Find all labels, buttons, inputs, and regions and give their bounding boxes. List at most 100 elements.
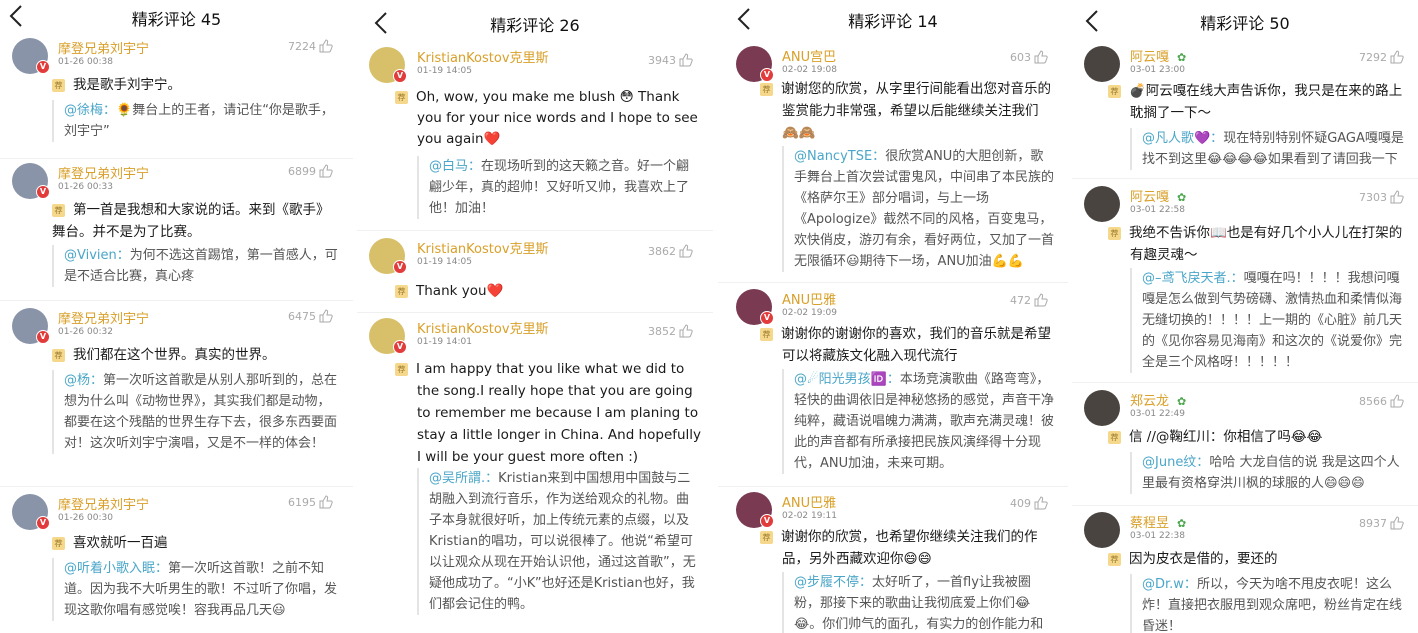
timestamp: 03-01 22:38: [1130, 531, 1185, 541]
like-button[interactable]: 7224: [288, 39, 333, 53]
username[interactable]: 阿云嘎 ✿: [1130, 46, 1186, 65]
comment-item: V KristianKostov克里斯 01-19 14:05 3862 荐 Th…: [357, 238, 713, 308]
quoted-reply[interactable]: @步履不停：太好听了，一首fly让我被圈粉，那接下来的歌曲让我彻底爱上你们😂😂。…: [782, 572, 1054, 633]
hot-tag-icon: 荐: [52, 537, 65, 550]
quoted-reply[interactable]: @凡人歌💜：现在特别特别怀疑GAGA嘎嘎是找不到这里😂😂😂😂如果看到了请回我一下: [1130, 128, 1410, 170]
comment-item: V 摩登兄弟刘宇宁 01-26 00:32 6475 荐我们都在这个世界。真实的…: [0, 308, 353, 488]
hot-tag-icon: 荐: [760, 83, 773, 96]
like-button[interactable]: 8937: [1359, 516, 1404, 530]
comment-text: 荐谢谢您的欣赏，从字里行间能看出您对音乐的鉴赏能力非常强，希望以后能继续关注我们…: [760, 78, 1054, 144]
like-button[interactable]: 6899: [288, 164, 333, 178]
reply-username[interactable]: @Vivien：: [64, 248, 130, 263]
quoted-reply[interactable]: @吴所謂.：Kristian来到中国想用中国鼓与二胡融入到流行音乐，作为送给观众…: [417, 468, 701, 615]
username[interactable]: 郑云龙 ✿: [1130, 390, 1186, 409]
nav-header: 精彩评论 14: [718, 0, 1068, 38]
username[interactable]: ANU宫巴: [782, 46, 836, 65]
avatar[interactable]: [1084, 390, 1120, 426]
like-button[interactable]: 7303: [1359, 190, 1404, 204]
like-button[interactable]: 472: [1010, 293, 1048, 307]
comment-text: 荐 Thank you❤️: [395, 280, 701, 302]
hot-tag-icon: 荐: [395, 363, 408, 376]
like-button[interactable]: 7292: [1359, 50, 1404, 64]
timestamp: 02-02 19:11: [782, 511, 837, 521]
timestamp: 01-19 14:01: [417, 337, 472, 347]
timestamp: 01-19 14:05: [417, 66, 472, 76]
like-count: 603: [1010, 50, 1031, 64]
timestamp: 03-01 23:00: [1130, 65, 1185, 75]
vip-badge-icon: ✿: [1177, 395, 1187, 408]
divider: [718, 486, 1068, 487]
username[interactable]: 摩登兄弟刘宇宁: [58, 38, 149, 57]
like-count: 7303: [1359, 190, 1387, 204]
timestamp: 01-26 00:32: [58, 327, 113, 337]
timestamp: 02-02 19:08: [782, 65, 837, 75]
like-button[interactable]: 8566: [1359, 394, 1404, 408]
username[interactable]: 阿云嘎 ✿: [1130, 186, 1186, 205]
verified-v-icon: V: [36, 330, 50, 344]
comment-item: 蔡程昱 ✿ 03-01 22:38 8937 荐因为皮衣是借的，要还的 @Dr.w…: [1072, 512, 1418, 633]
comment-text: 荐因为皮衣是借的，要还的: [1108, 548, 1410, 570]
like-button[interactable]: 3852: [648, 324, 693, 338]
thumbs-up-icon: [1034, 50, 1048, 64]
username[interactable]: KristianKostov克里斯: [417, 238, 549, 257]
reply-username[interactable]: @步履不停：: [794, 575, 872, 590]
reply-username[interactable]: @凡人歌💜：: [1142, 131, 1223, 146]
username[interactable]: 蔡程昱 ✿: [1130, 512, 1186, 531]
like-button[interactable]: 3943: [648, 53, 693, 67]
quoted-reply[interactable]: @Dr.w：所以，今天为啥不甩皮衣呢！这么炸！直接把衣服甩到观众席吧，粉丝肯定在…: [1130, 574, 1410, 633]
reply-username[interactable]: @吴所謂.：: [429, 471, 498, 486]
like-button[interactable]: 3862: [648, 244, 693, 258]
comment-text: 荐谢谢你的欣赏，也希望你继续关注我们的作品，另外西藏欢迎你😄😄: [760, 526, 1054, 570]
quoted-reply[interactable]: @☄阳光男孩🆔：本场竞演歌曲《路弯弯》，轻快的曲调依旧是神秘悠扬的感觉，声音干净…: [782, 369, 1054, 474]
avatar[interactable]: [1084, 46, 1120, 82]
comment-item: 郑云龙 ✿ 03-01 22:49 8566 荐信 //@鞠红川：你相信了吗😂😂 …: [1072, 390, 1418, 504]
comment-item: V ANU巴雅 02-02 19:11 409 荐谢谢你的欣赏，也希望你继续关注…: [718, 492, 1068, 633]
hot-tag-icon: 荐: [1108, 553, 1121, 566]
like-count: 7292: [1359, 50, 1387, 64]
like-count: 472: [1010, 293, 1031, 307]
avatar[interactable]: [1084, 186, 1120, 222]
reply-username[interactable]: @–鸢飞戾天者.：: [1142, 271, 1244, 286]
vip-badge-icon: ✿: [1177, 517, 1187, 530]
verified-v-icon: V: [36, 60, 50, 74]
quoted-reply[interactable]: @听着小歌入眠：第一次听这首歌！之前不知道。因为我不大听男生的歌！不过听了你唱，…: [52, 558, 341, 621]
comments-panel-2: 精彩评论 26 V KristianKostov克里斯 01-19 14:05 …: [357, 0, 713, 633]
quoted-reply[interactable]: @徐梅：🌻舞台上的王者，请记住“你是歌手，刘宇宁”: [52, 100, 341, 142]
like-button[interactable]: 603: [1010, 50, 1048, 64]
timestamp: 02-02 19:09: [782, 308, 837, 318]
comment-text: 荐 💣阿云嘎在线大声告诉你，我只是在来的路上耽搁了一下～: [1108, 80, 1410, 124]
username[interactable]: 摩登兄弟刘宇宁: [58, 494, 149, 513]
comment-text: 荐喜欢就听一百遍: [52, 532, 341, 554]
reply-username[interactable]: @白马：: [429, 159, 481, 174]
like-button[interactable]: 409: [1010, 496, 1048, 510]
avatar[interactable]: [1084, 512, 1120, 548]
username[interactable]: 摩登兄弟刘宇宁: [58, 308, 149, 327]
thumbs-up-icon: [679, 53, 693, 67]
username[interactable]: ANU巴雅: [782, 492, 836, 511]
quoted-reply[interactable]: @杨：第一次听这首歌是从别人那听到的，总在想为什么叫《动物世界》，其实我们都是动…: [52, 370, 341, 454]
like-button[interactable]: 6195: [288, 495, 333, 509]
reply-username[interactable]: @听着小歌入眠：: [64, 561, 168, 576]
quoted-reply[interactable]: @June纹：哈哈 大龙自信的说 我是这四个人里最有资格穿洪川枫的球服的人😄😄😄: [1130, 452, 1410, 494]
username[interactable]: KristianKostov克里斯: [417, 318, 549, 337]
username[interactable]: KristianKostov克里斯: [417, 47, 549, 66]
reply-username[interactable]: @Dr.w：: [1142, 577, 1197, 592]
reply-text: 第一次听这首歌是从别人那听到的，总在想为什么叫《动物世界》，其实我们都是动物，都…: [64, 373, 338, 451]
quoted-reply[interactable]: @NancyTSE：很欣赏ANU的大胆创新，歌手舞台上首次尝试雷鬼风，中间串了本…: [782, 146, 1054, 272]
username[interactable]: 摩登兄弟刘宇宁: [58, 163, 149, 182]
reply-username[interactable]: @NancyTSE：: [794, 149, 885, 164]
thumbs-up-icon: [319, 495, 333, 509]
reply-username[interactable]: @June纹：: [1142, 455, 1209, 470]
like-button[interactable]: 6475: [288, 309, 333, 323]
reply-username[interactable]: @☄阳光男孩🆔：: [794, 372, 900, 387]
username[interactable]: ANU巴雅: [782, 289, 836, 308]
like-count: 6195: [288, 495, 316, 509]
thumbs-up-icon: [1034, 496, 1048, 510]
nav-header: 精彩评论 26: [357, 0, 713, 44]
reply-username[interactable]: @杨：: [64, 373, 103, 388]
quoted-reply[interactable]: @Vivien：为何不选这首踢馆，第一首感人，可是不适合比赛，真心疼: [52, 245, 341, 287]
reply-username[interactable]: @徐梅：: [64, 103, 116, 118]
timestamp: 03-01 22:58: [1130, 205, 1185, 215]
quoted-reply[interactable]: @白马：在现场听到的这天籁之音。好一个翩翩少年，真的超帅！又好听又帅，我喜欢上了…: [417, 156, 701, 219]
quoted-reply[interactable]: @–鸢飞戾天者.：嘎嘎在吗！！！！我想问嘎嘎是怎么做到气势磅礴、激情热血和柔情似…: [1130, 268, 1410, 373]
